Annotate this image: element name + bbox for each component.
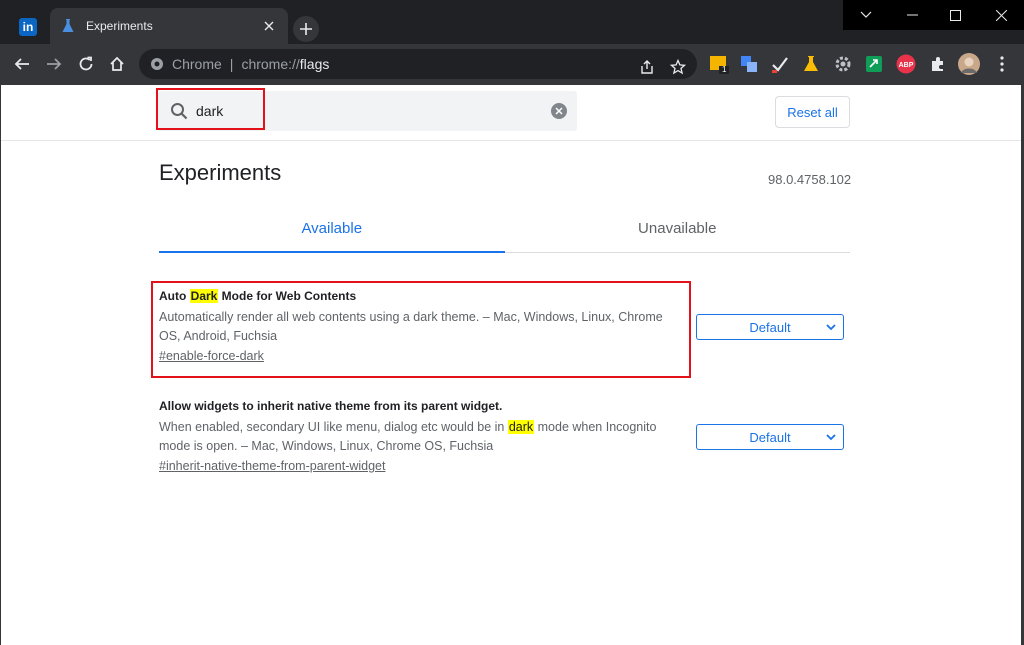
extension-badge: 1 [722,65,727,74]
version-label: 98.0.4758.102 [768,172,852,187]
adblock-plus-icon[interactable]: ABP [895,53,917,75]
reload-button[interactable] [72,50,100,78]
tab-strip: in Experiments [0,0,1024,44]
sticky-notes-extension-icon[interactable]: 1 [708,53,730,75]
flag-anchor-link[interactable]: #inherit-native-theme-from-parent-widget [159,459,385,473]
annotation-box [156,88,265,130]
flag-title: Allow widgets to inherit native theme fr… [159,399,503,413]
gear-icon[interactable] [832,53,854,75]
tab-experiments[interactable]: Experiments [50,8,288,44]
pinned-tab-linkedin[interactable]: in [10,10,46,44]
flask-icon [60,18,76,34]
toolbar: Chrome | chrome://flags 1 ABP [0,44,1024,85]
tab-unavailable[interactable]: Unavailable [505,205,851,252]
translate-extension-icon[interactable] [738,53,760,75]
tab-available[interactable]: Available [159,205,505,253]
flag-select-value: Default [749,429,791,445]
chevron-down-icon [860,11,872,18]
share-icon[interactable] [635,55,659,79]
menu-icon[interactable] [991,53,1013,75]
star-icon[interactable] [666,55,690,79]
minimize-icon [906,14,918,16]
close-icon [995,9,1007,21]
reset-all-button[interactable]: Reset all [775,96,850,128]
flag-select-value: Default [749,319,791,335]
flag-select[interactable]: Default [696,314,844,340]
checkmark-extension-icon[interactable] [769,53,791,75]
tab-search-button[interactable] [843,0,889,30]
window-border [0,85,1,645]
chevron-down-icon [826,434,836,441]
flag-item: Auto Dark Mode for Web Contents Automati… [159,289,699,365]
chrome-icon [151,58,163,70]
back-button[interactable] [8,50,36,78]
flag-description: Automatically render all web contents us… [159,310,663,343]
new-tab-button[interactable] [293,16,319,42]
minimize-button[interactable] [889,0,935,30]
screen-capture-extension-icon[interactable] [863,53,885,75]
url-text: Chrome | chrome://flags [172,56,330,72]
extensions-icon[interactable] [927,53,949,75]
flag-select[interactable]: Default [696,424,844,450]
maximize-icon [949,9,961,21]
flag-anchor-link[interactable]: #enable-force-dark [159,349,264,363]
maximize-button[interactable] [932,0,978,30]
home-icon [110,56,124,71]
back-icon [14,58,29,70]
linkedin-icon: in [19,18,37,36]
svg-text:ABP: ABP [899,62,914,69]
flag-title: Auto Dark Mode for Web Contents [159,289,357,303]
flag-item: Allow widgets to inherit native theme fr… [159,399,699,475]
close-icon[interactable] [260,17,278,35]
clear-search-icon[interactable] [551,103,567,119]
search-header: Reset all [0,85,1024,141]
page-title: Experiments [159,160,282,185]
plus-icon [300,23,312,35]
tab-title: Experiments [86,19,153,33]
forward-icon [47,58,62,70]
address-bar[interactable]: Chrome | chrome://flags [139,49,697,79]
flags-tabs: Available Unavailable [159,205,850,253]
reload-icon [79,56,93,71]
chevron-down-icon [826,324,836,331]
flag-description: When enabled, secondary UI like menu, di… [159,420,657,453]
profile-avatar[interactable] [958,53,980,75]
home-button[interactable] [103,50,131,78]
flags-page: Reset all Experiments 98.0.4758.102 Avai… [0,85,1024,645]
window-close-button[interactable] [978,0,1024,30]
flask-extension-icon[interactable] [800,53,822,75]
forward-button[interactable] [40,50,68,78]
